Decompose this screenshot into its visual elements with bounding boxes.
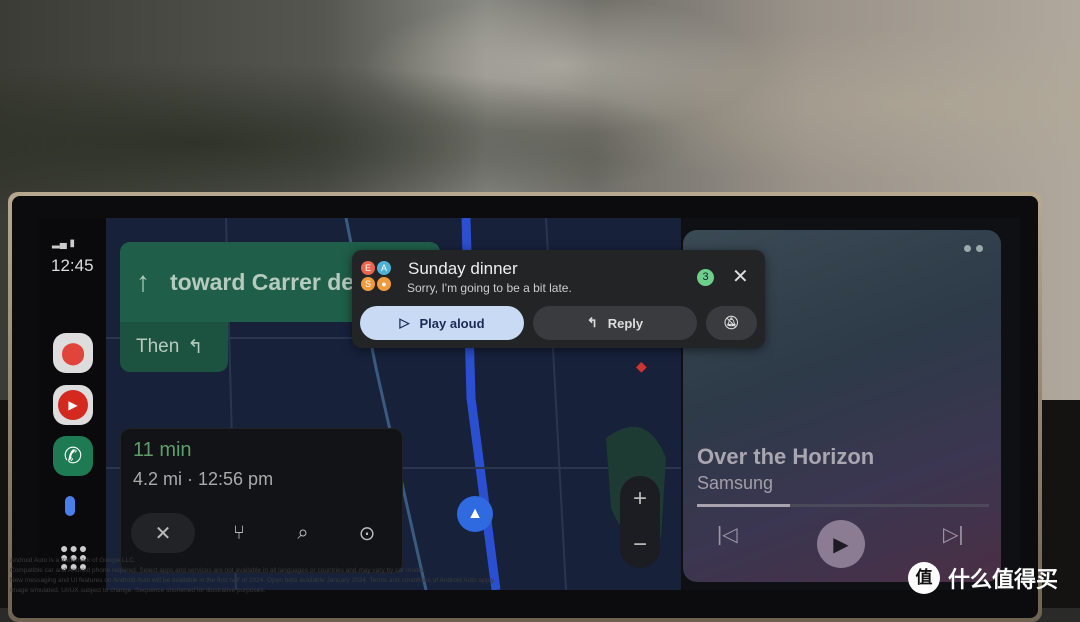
- play-icon: ▶: [58, 390, 88, 420]
- play-icon: ▶: [833, 533, 849, 556]
- disclaimer-line: Image simulated. UI/UX subject to change…: [10, 587, 266, 594]
- maps-app-button[interactable]: ⬤: [53, 333, 93, 373]
- avatar: S: [361, 277, 375, 291]
- page-indicator: [964, 245, 983, 252]
- turn-left-icon: ↰: [187, 336, 204, 358]
- reply-arrow-icon: ↰: [586, 315, 598, 330]
- alternate-routes-button[interactable]: ⑂: [219, 513, 259, 553]
- current-location-arrow-icon: ▲: [457, 496, 493, 532]
- microphone-icon[interactable]: [65, 496, 75, 516]
- youtube-music-app-button[interactable]: ▶: [53, 385, 93, 425]
- play-button[interactable]: ▶: [817, 520, 865, 568]
- track-title: Over the Horizon: [697, 444, 875, 469]
- skip-previous-icon: |◁: [717, 524, 738, 546]
- signal-battery-icon: ▂▄ ▮: [52, 238, 76, 249]
- compass-icon[interactable]: ◆: [636, 358, 647, 375]
- play-icon: ▷: [399, 315, 410, 330]
- end-navigation-button[interactable]: ✕: [131, 513, 195, 553]
- close-icon: ✕: [732, 266, 749, 288]
- message-count-badge: 3: [697, 269, 714, 286]
- sidebar: ▂▄ ▮ 12:45 ⬤ ▶ ✆ ●●● ●●● ●●●: [38, 218, 106, 590]
- disclaimer-line: Android Auto is a trademark of Google LL…: [10, 557, 136, 564]
- play-aloud-button[interactable]: ▷ Play aloud: [360, 306, 524, 340]
- eta-time: 11 min: [133, 439, 192, 461]
- zoom-controls: + −: [620, 476, 660, 568]
- progress-bar[interactable]: [697, 504, 989, 507]
- bell-off-icon: 🔕︎: [723, 315, 740, 330]
- dismiss-button[interactable]: ✕: [732, 264, 749, 289]
- disclaimer-line: Compatible car and Android phone require…: [10, 567, 426, 574]
- close-icon: ✕: [154, 522, 172, 545]
- messages-app-icon: ●: [377, 277, 391, 291]
- mute-button[interactable]: 🔕︎: [706, 306, 757, 340]
- next-track-button[interactable]: ▷|: [943, 522, 964, 547]
- direction-text: toward Carrer de: [170, 268, 355, 295]
- route-fork-icon: ⑂: [233, 521, 245, 544]
- zoom-in-button[interactable]: +: [620, 476, 660, 522]
- watermark: 值 什么值得买: [908, 562, 1058, 594]
- location-button[interactable]: ⊙: [347, 513, 387, 553]
- arrow-up-icon: ↑: [136, 266, 150, 297]
- notification-message: Sorry, I'm going to be a bit late.: [407, 281, 572, 295]
- reply-button[interactable]: ↰ Reply: [533, 306, 697, 340]
- previous-track-button[interactable]: |◁: [717, 522, 738, 547]
- phone-app-button[interactable]: ✆: [53, 436, 93, 476]
- notification-title: Sunday dinner: [408, 259, 518, 278]
- disclaimer-line: New messaging and UI features on Android…: [10, 577, 496, 584]
- clock: 12:45: [51, 256, 94, 275]
- then-label: Then: [136, 336, 180, 357]
- eta-details: 4.2 mi · 12:56 pm: [133, 469, 274, 489]
- eta-card: 11 min 4.2 mi · 12:56 pm ✕ ⑂ ⌕ ⊙: [120, 428, 403, 573]
- watermark-logo: 值: [908, 562, 940, 594]
- zoom-out-button[interactable]: −: [620, 522, 660, 568]
- skip-next-icon: ▷|: [943, 524, 964, 546]
- search-button[interactable]: ⌕: [283, 513, 323, 553]
- search-icon: ⌕: [297, 521, 309, 544]
- message-notification[interactable]: E A S ● Sunday dinner Sorry, I'm going t…: [352, 250, 765, 348]
- phone-icon: ✆: [63, 443, 83, 468]
- avatar: A: [377, 261, 391, 275]
- avatar: E: [361, 261, 375, 275]
- watermark-text: 什么值得买: [948, 567, 1059, 592]
- location-pin-icon: ⊙: [358, 522, 376, 545]
- maps-pin-icon: ⬤: [60, 340, 86, 365]
- legal-disclaimer: Android Auto is a trademark of Google LL…: [10, 556, 570, 596]
- next-turn-card: Then ↰: [120, 322, 228, 372]
- track-artist: Samsung: [697, 473, 774, 493]
